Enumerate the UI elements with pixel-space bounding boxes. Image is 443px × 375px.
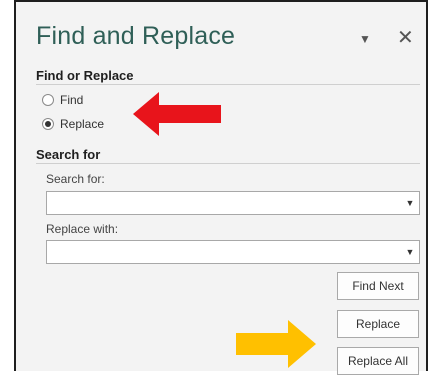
combo-arrow-icon[interactable]: ▼ [401,241,419,263]
close-icon[interactable]: ✕ [397,25,414,50]
radio-replace[interactable]: Replace [42,117,104,131]
red-arrow-annotation [133,92,221,136]
radio-find-label: Find [60,93,84,107]
replace-with-combo[interactable]: ▼ [46,240,420,264]
section-divider [36,163,420,164]
replace-button[interactable]: Replace [337,310,419,338]
find-or-replace-heading: Find or Replace [36,68,134,83]
search-for-label: Search for: [46,172,105,186]
radio-replace-label: Replace [60,117,105,131]
pane-title: Find and Replace [36,22,236,50]
search-for-input[interactable] [47,192,403,214]
replace-with-input[interactable] [47,241,403,263]
yellow-arrow-annotation [236,320,316,368]
pane-options-dropdown-icon[interactable]: ▼ [359,32,371,46]
find-replace-pane: Find and Replace ▼ ✕ Find or Replace Fin… [14,0,428,375]
find-next-button[interactable]: Find Next [337,272,419,300]
radio-find[interactable]: Find [42,93,83,107]
section-divider [36,84,420,85]
combo-arrow-icon[interactable]: ▼ [401,192,419,214]
search-for-heading: Search for [36,147,101,162]
replace-with-label: Replace with: [46,222,119,236]
search-for-combo[interactable]: ▼ [46,191,420,215]
radio-find-circle[interactable] [42,94,54,106]
radio-replace-circle[interactable] [42,118,54,130]
screenshot-frame: Find and Replace ▼ ✕ Find or Replace Fin… [0,0,443,375]
